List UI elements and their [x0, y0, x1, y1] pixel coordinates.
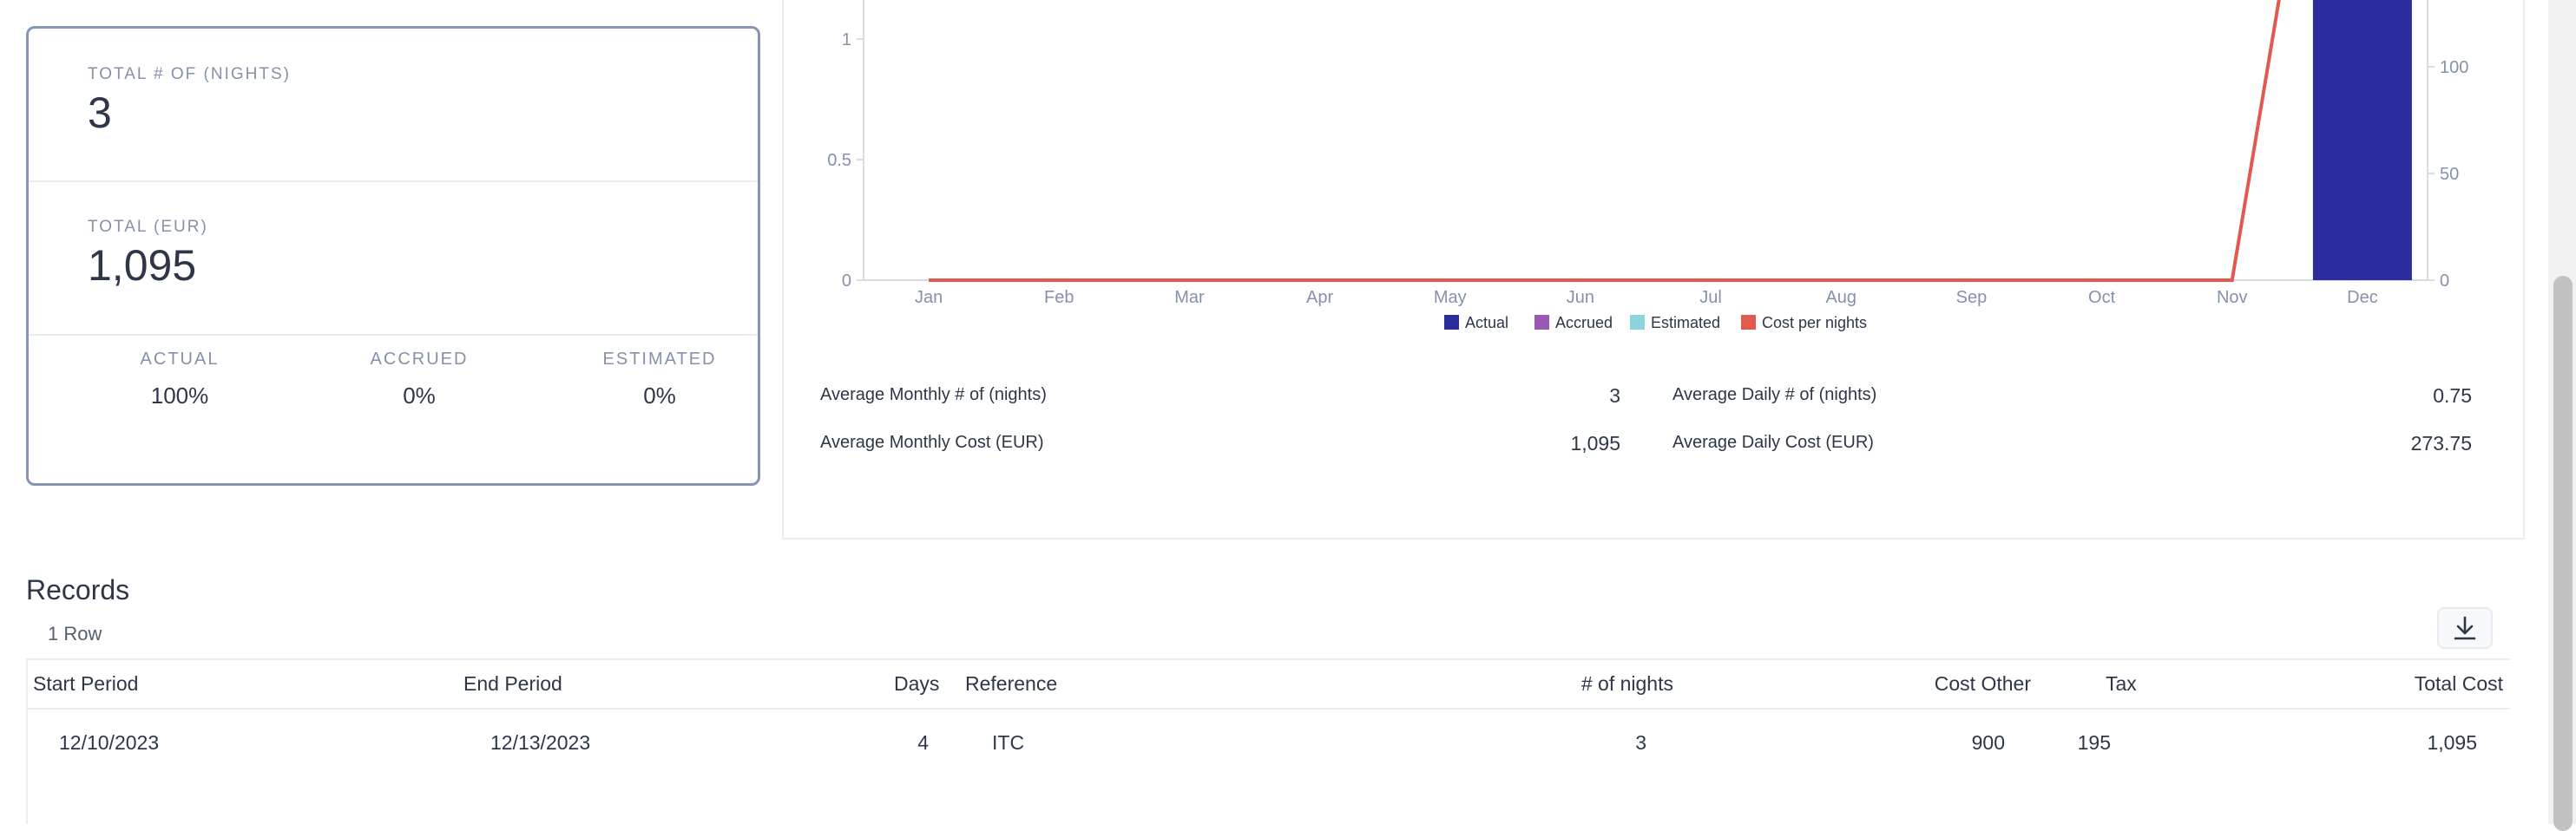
avg-daily-nights-value: 0.75 [2433, 384, 2472, 407]
scrollbar-thumb[interactable] [2553, 276, 2573, 831]
legend-label-accrued: Accrued [1555, 314, 1613, 331]
column-header-start-period[interactable]: Start Period [33, 672, 138, 696]
y-left-tick-label: 0.5 [827, 151, 851, 170]
avg-monthly-nights-value: 3 [1609, 384, 1620, 407]
legend-label-actual: Actual [1465, 314, 1508, 331]
line-cost-per-nights [929, 0, 2281, 282]
accrued-label: ACCRUED [370, 350, 469, 369]
x-tick-label-nov: Nov [2217, 288, 2248, 307]
cell-end-period: 12/13/2023 [490, 731, 591, 754]
records-title: Records [26, 574, 130, 605]
card-divider [29, 180, 758, 182]
legend-swatch-cost-per-nights [1741, 315, 1756, 330]
chart-panel: 0 0.5 1 0 50 100 Jan Feb Mar Apr May Jun Jul Aug Sep Oc… [782, 0, 2525, 540]
total-nights-label: TOTAL # OF (NIGHTS) [88, 65, 291, 83]
cell-start-period: 12/10/2023 [59, 731, 160, 754]
avg-monthly-cost-label: Average Monthly Cost (EUR) [820, 433, 1044, 452]
y-right-tick-label: 50 [2440, 165, 2459, 184]
x-tick-label-feb: Feb [1044, 288, 1074, 307]
column-header-total-cost[interactable]: Total Cost [2335, 672, 2503, 696]
avg-daily-cost-label: Average Daily Cost (EUR) [1672, 433, 1874, 452]
x-tick-label-jan: Jan [915, 288, 943, 307]
total-eur-label: TOTAL (EUR) [88, 218, 208, 236]
column-header-days[interactable]: Days [894, 672, 939, 696]
actual-label: ACTUAL [140, 350, 220, 369]
download-button[interactable] [2437, 607, 2493, 649]
legend-label-cost-per-nights: Cost per nights [1762, 314, 1867, 331]
x-tick-label-apr: Apr [1306, 288, 1333, 307]
monthly-chart: 0 0.5 1 0 50 100 Jan Feb Mar Apr May Jun Jul Aug Sep Oc… [827, 0, 2468, 331]
summary-card: TOTAL # OF (NIGHTS) 3 TOTAL (EUR) 1,095 … [26, 26, 760, 486]
cell-reference: ITC [992, 731, 1025, 754]
x-tick-label-oct: Oct [2088, 288, 2116, 307]
x-tick-label-may: May [1434, 288, 1467, 307]
cell-tax: 195 [2077, 731, 2111, 754]
table-border [26, 658, 28, 824]
x-tick-label-mar: Mar [1174, 288, 1205, 307]
avg-daily-cost-value: 273.75 [2410, 432, 2472, 455]
cell-days: 4 [917, 731, 929, 754]
x-tick-label-dec: Dec [2347, 288, 2378, 307]
column-header-nights[interactable]: # of nights [1475, 672, 1673, 696]
x-tick-label-jun: Jun [1567, 288, 1594, 307]
legend-label-estimated: Estimated [1651, 314, 1720, 331]
avg-daily-nights-label: Average Daily # of (nights) [1672, 385, 1877, 404]
x-tick-label-sep: Sep [1956, 288, 1988, 307]
records-row-count: 1 Row [48, 623, 102, 645]
column-header-reference[interactable]: Reference [965, 672, 1057, 696]
avg-monthly-nights-label: Average Monthly # of (nights) [820, 385, 1047, 404]
download-icon [2454, 616, 2476, 640]
column-header-tax[interactable]: Tax [2106, 672, 2137, 696]
legend-swatch-actual [1444, 315, 1459, 330]
cell-nights: 3 [1635, 731, 1646, 754]
column-header-end-period[interactable]: End Period [463, 672, 562, 696]
actual-value: 100% [150, 383, 209, 409]
y-right-tick-label: 0 [2440, 272, 2449, 291]
total-nights-value: 3 [88, 88, 112, 137]
table-border [26, 658, 2510, 660]
x-tick-label-aug: Aug [1825, 288, 1856, 307]
legend-swatch-estimated [1630, 315, 1645, 330]
cell-cost-other: 900 [1971, 731, 2005, 754]
total-eur-value: 1,095 [88, 241, 197, 290]
estimated-label: ESTIMATED [602, 350, 717, 369]
column-header-cost-other[interactable]: Cost Other [1857, 672, 2031, 696]
y-right-tick-label: 100 [2440, 58, 2468, 77]
card-divider [29, 334, 758, 336]
legend-swatch-accrued [1534, 315, 1549, 330]
avg-monthly-cost-value: 1,095 [1570, 432, 1620, 455]
estimated-value: 0% [643, 383, 676, 409]
accrued-value: 0% [403, 383, 436, 409]
cell-total-cost: 1,095 [2427, 731, 2477, 754]
bar-actual-dec [2312, 0, 2412, 280]
table-header-divider [26, 708, 2510, 710]
y-left-tick-label: 1 [842, 30, 851, 49]
y-left-tick-label: 0 [842, 272, 851, 291]
x-tick-label-jul: Jul [1699, 288, 1722, 307]
